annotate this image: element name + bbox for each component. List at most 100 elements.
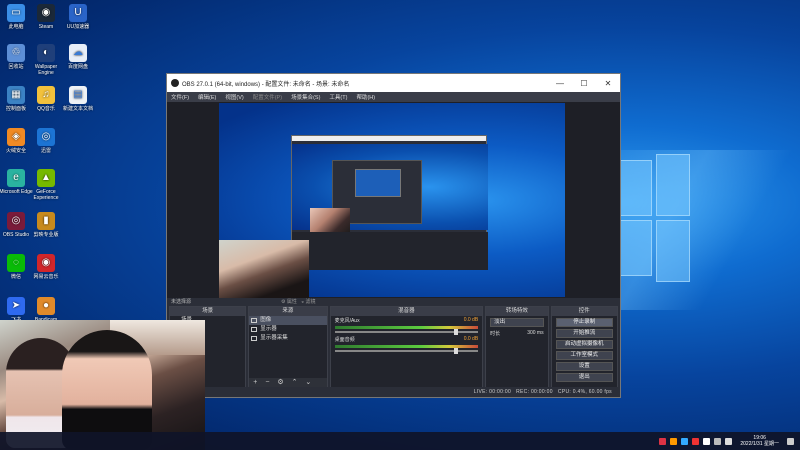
gear-icon: ⚙ — [281, 299, 286, 305]
mixer-channel-desktop: 桌面音频 — [334, 337, 355, 343]
filters-button[interactable]: 滤镜 — [305, 299, 315, 305]
scenes-header: 场景 — [170, 307, 246, 316]
system-tray: 19:06 2022/1/31 星期一 — [659, 432, 800, 450]
app-icon: ▭ — [7, 4, 25, 22]
studio-mode-button[interactable]: 工作室模式 — [555, 351, 613, 360]
nested-obs-preview — [291, 135, 488, 270]
source-item-display[interactable]: 显示器 — [249, 325, 326, 334]
transition-select[interactable]: 淡出 — [490, 318, 544, 327]
desktop-icon-label: 新建文本文档 — [62, 106, 93, 112]
desktop-icon[interactable]: ☁ 百度网盘 — [61, 44, 95, 70]
obs-titlebar[interactable]: OBS 27.0.1 (64-bit, windows) - 配置文件: 未命名… — [167, 74, 620, 92]
desktop-icon-label: 迅雷 — [40, 148, 51, 154]
desktop-icon-label: GeForce Experience — [33, 189, 59, 201]
notification-icon[interactable] — [787, 437, 794, 445]
controls-panel: 控件 停止录制 开始推流 启动虚拟摄像机 工作室模式 设置 退出 — [550, 306, 618, 388]
stop-recording-button[interactable]: 停止录制 — [555, 318, 613, 327]
menu-view[interactable]: 视图(V) — [225, 93, 243, 101]
menu-file[interactable]: 文件(F) — [171, 93, 189, 101]
source-toolbar: 未选择源 ⚙ 属性 ◒ 滤镜 — [167, 298, 620, 306]
mixer-channel-mic: 麦克风/Aux — [334, 318, 360, 324]
desktop-icon-label: UU加速器 — [66, 24, 90, 30]
app-icon: ◎ — [7, 212, 25, 230]
mixer-db-desktop: 0.0 dB — [463, 336, 479, 342]
app-icon: e — [7, 169, 25, 187]
mic-volume-slider[interactable] — [334, 329, 479, 335]
desktop-icon[interactable]: U UU加速器 — [61, 4, 95, 30]
source-item-image[interactable]: 图像 — [249, 316, 327, 325]
menu-edit[interactable]: 编辑(E) — [198, 93, 216, 101]
tray-app-icon[interactable] — [681, 437, 689, 445]
obs-logo-icon — [171, 79, 179, 87]
properties-button[interactable]: 属性 — [287, 299, 297, 305]
webcam-overlay — [0, 320, 205, 450]
obs-window[interactable]: OBS 27.0.1 (64-bit, windows) - 配置文件: 未命名… — [166, 73, 621, 398]
sources-panel: 来源 图像 显示器 显示器采集 + − ⚙ ⌃ ⌄ — [248, 306, 328, 388]
network-icon[interactable] — [714, 437, 722, 445]
obs-menubar: 文件(F) 编辑(E) 视图(V) 配置文件(P) 场景集合(S) 工具(T) … — [167, 92, 620, 102]
clock-date: 2022/1/31 星期一 — [740, 441, 779, 447]
transitions-panel: 转场特效 淡出 时长 300 ms — [485, 306, 549, 388]
desktop-icon[interactable]: ▲ GeForce Experience — [29, 169, 63, 201]
mixer-panel: 混音器 麦克风/Aux 0.0 dB 桌面音频 0.0 dB — [329, 306, 484, 388]
volume-icon[interactable] — [725, 437, 733, 445]
desktop-icon-label: Steam — [38, 24, 54, 30]
no-source-label: 未选择源 — [171, 299, 192, 305]
source-item-display-capture[interactable]: 显示器采集 — [249, 334, 326, 343]
app-icon: ♫ — [37, 86, 55, 104]
sources-header: 来源 — [249, 307, 327, 316]
exit-button[interactable]: 退出 — [555, 373, 613, 382]
app-icon: ◐ — [37, 44, 55, 62]
desktop-icon[interactable]: ▮ 剪映专业版 — [29, 212, 63, 238]
desktop-icon-label: 网易云音乐 — [33, 274, 59, 280]
app-icon: ☁ — [69, 44, 87, 62]
preview-webcam-image — [219, 240, 309, 298]
app-icon: U — [69, 4, 87, 22]
desktop-icon-label: 剪映专业版 — [33, 232, 59, 238]
app-icon: ● — [37, 297, 55, 315]
desktop-icon[interactable]: ♫ QQ音乐 — [29, 86, 63, 112]
duration-field[interactable]: 300 ms — [527, 330, 543, 337]
settings-button[interactable]: 设置 — [555, 362, 613, 371]
start-streaming-button[interactable]: 开始推流 — [555, 329, 613, 338]
tray-app-icon[interactable] — [659, 437, 667, 445]
image-icon — [251, 318, 258, 323]
app-icon: ▲ — [37, 169, 55, 187]
tray-app-icon[interactable] — [703, 437, 711, 445]
tray-app-icon[interactable] — [692, 437, 700, 445]
desktop-icon-label: Wallpaper Engine — [34, 64, 58, 76]
desktop-icon[interactable]: ◉ Steam — [29, 4, 63, 30]
mixer-db-mic: 0.0 dB — [463, 317, 479, 323]
app-icon: ▮ — [37, 212, 55, 230]
sources-toolbar[interactable]: + − ⚙ ⌃ ⌄ — [249, 378, 327, 387]
desktop-icon-label: 百度网盘 — [67, 64, 88, 70]
desktop-icon[interactable]: ◐ Wallpaper Engine — [29, 44, 63, 76]
transitions-header: 转场特效 — [486, 307, 548, 316]
taskbar: 19:06 2022/1/31 星期一 — [0, 432, 800, 450]
dock-panels: 场景 场景 来源 图像 显示器 显示器采集 + − ⚙ ⌃ ⌄ 混音器 麦克风/… — [167, 306, 620, 388]
app-icon: ◉ — [37, 254, 55, 272]
taskbar-clock[interactable]: 19:06 2022/1/31 星期一 — [740, 435, 779, 447]
menu-help[interactable]: 帮助(H) — [356, 93, 375, 101]
monitor-icon — [251, 327, 258, 332]
menu-scene-collection[interactable]: 场景集合(S) — [291, 93, 320, 101]
desktop-icon[interactable]: ◎ 迅雷 — [29, 128, 63, 154]
menu-profile[interactable]: 配置文件(P) — [253, 93, 282, 101]
minimize-button[interactable]: — — [548, 79, 572, 88]
tray-app-icon[interactable] — [670, 437, 678, 445]
app-icon: ➤ — [7, 297, 25, 315]
virtual-camera-button[interactable]: 启动虚拟摄像机 — [555, 340, 613, 349]
app-icon: ◎ — [37, 128, 55, 146]
controls-header: 控件 — [551, 307, 617, 316]
obs-statusbar: LIVE: 00:00:00 REC: 00:00:00 CPU: 0.4%, … — [167, 387, 620, 397]
menu-tools[interactable]: 工具(T) — [329, 93, 347, 101]
maximize-button[interactable]: ☐ — [572, 79, 596, 88]
app-icon: ◉ — [37, 4, 55, 22]
preview-canvas[interactable] — [167, 102, 620, 298]
mixer-header: 混音器 — [330, 307, 483, 316]
desktop-icon[interactable]: ▤ 新建文本文档 — [61, 86, 95, 112]
close-button[interactable]: ✕ — [596, 79, 620, 88]
desktop-volume-slider[interactable] — [334, 348, 479, 354]
app-icon: ♲ — [7, 44, 25, 62]
desktop-icon[interactable]: ◉ 网易云音乐 — [29, 254, 63, 280]
